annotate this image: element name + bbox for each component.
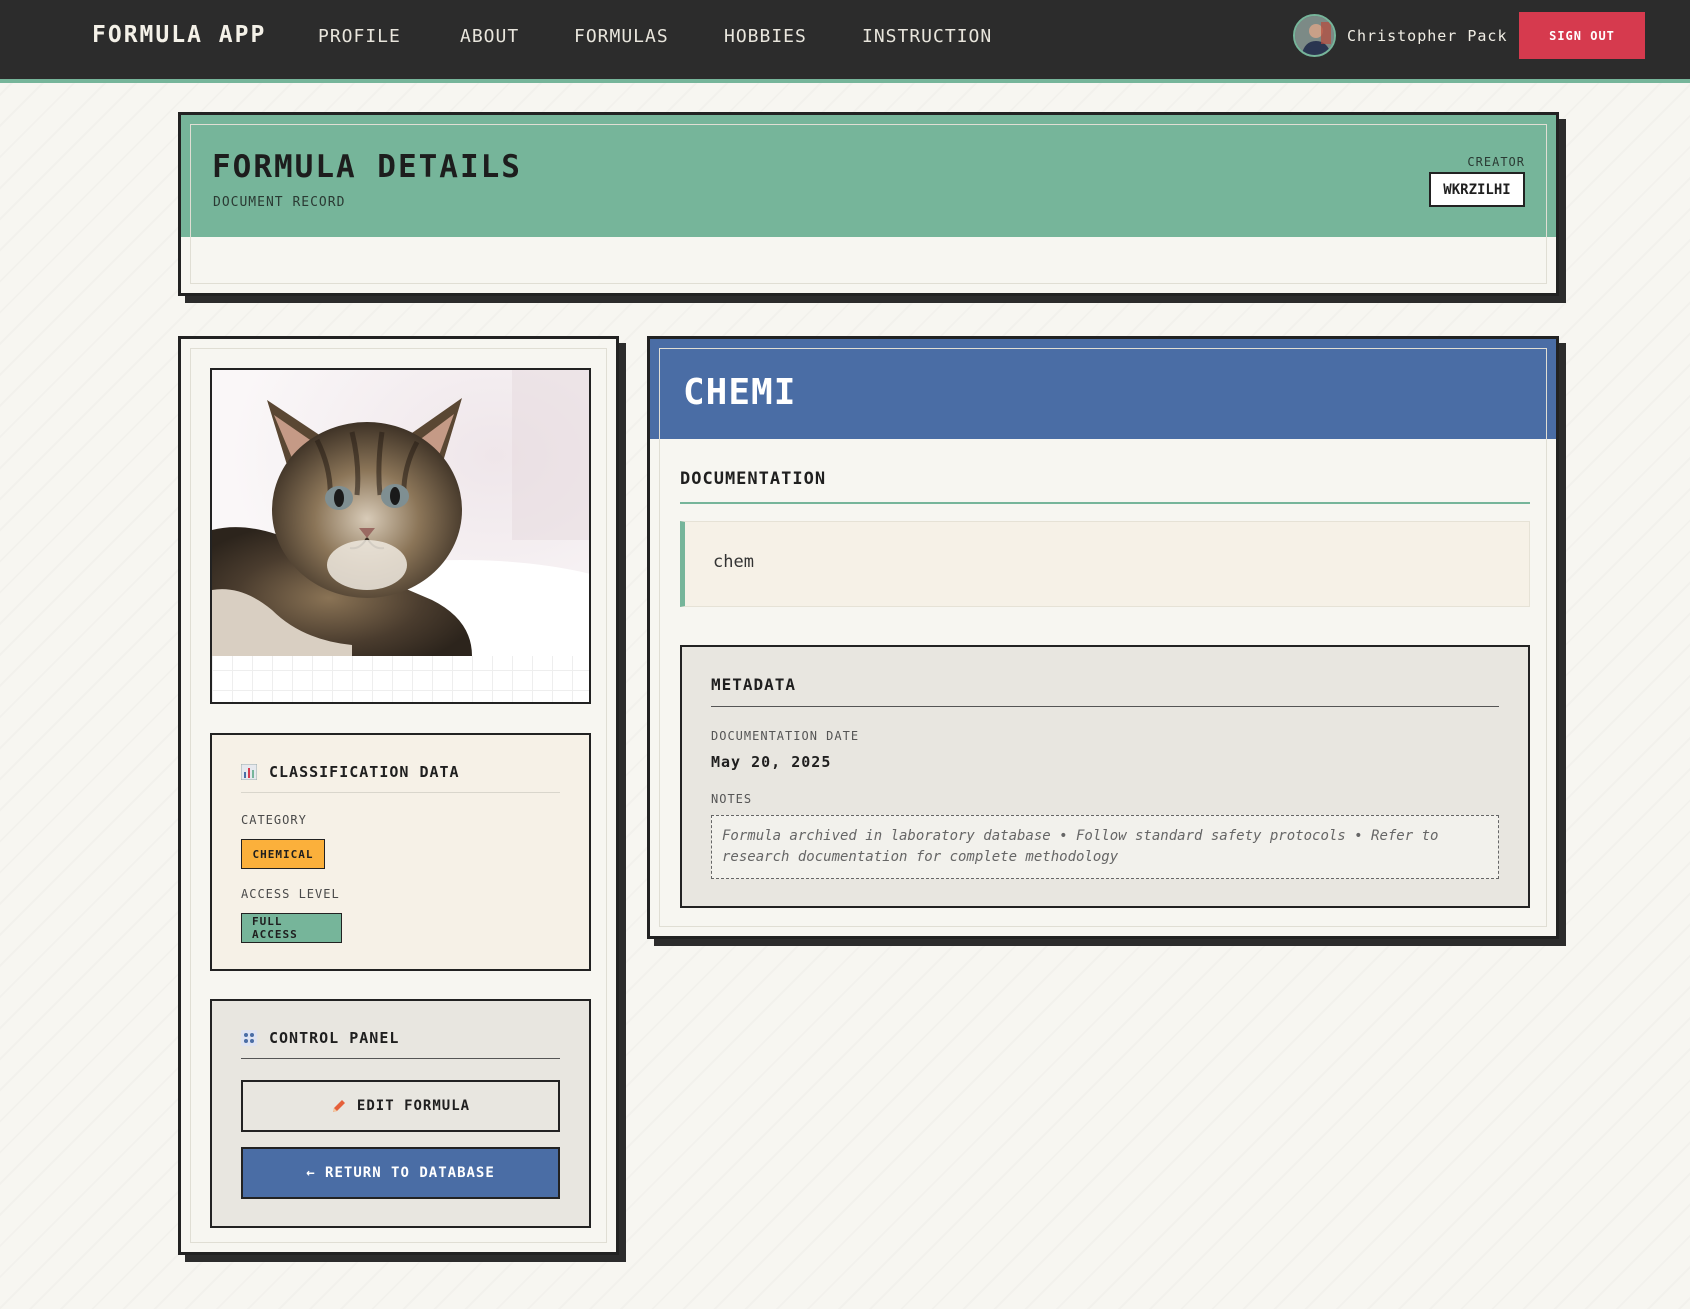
page-title: FORMULA DETAILS: [212, 149, 522, 185]
classification-card: CLASSIFICATION DATA CATEGORY CHEMICAL AC…: [210, 733, 591, 971]
access-level-label: ACCESS LEVEL: [241, 887, 340, 901]
control-grid-icon: [241, 1030, 257, 1046]
nav-link-formulas[interactable]: FORMULAS: [574, 26, 669, 47]
classification-header: CLASSIFICATION DATA: [241, 763, 560, 793]
metadata-title: METADATA: [711, 675, 1499, 707]
documentation-heading: DOCUMENTATION: [680, 469, 1530, 504]
formula-details-header: FORMULA DETAILS DOCUMENT RECORD CREATOR …: [178, 112, 1559, 296]
access-level-badge: FULL ACCESS: [241, 913, 342, 943]
nav-link-about[interactable]: ABOUT: [460, 26, 519, 47]
nav-link-hobbies[interactable]: HOBBIES: [724, 26, 807, 47]
formula-image-frame: [210, 368, 591, 704]
notes-label: NOTES: [711, 792, 753, 806]
page-subtitle: DOCUMENT RECORD: [213, 195, 346, 210]
return-to-database-button[interactable]: ← RETURN TO DATABASE: [241, 1147, 560, 1199]
control-panel-card: CONTROL PANEL EDIT FORMULA ← RETURN TO D…: [210, 999, 591, 1228]
category-label: CATEGORY: [241, 813, 307, 827]
edit-formula-label: EDIT FORMULA: [356, 1098, 471, 1114]
user-avatar[interactable]: [1293, 14, 1336, 57]
pencil-icon: [332, 1100, 345, 1112]
user-name[interactable]: Christopher Pack: [1347, 27, 1508, 45]
creator-label: CREATOR: [1467, 155, 1525, 169]
documentation-date-value: May 20, 2025: [711, 753, 832, 771]
notes-content: Formula archived in laboratory database …: [711, 815, 1499, 879]
kitten-image: [212, 370, 589, 656]
formula-name: CHEMI: [683, 372, 797, 413]
edit-formula-button[interactable]: EDIT FORMULA: [241, 1080, 560, 1132]
app-brand[interactable]: FORMULA APP: [92, 22, 266, 48]
documentation-content: chem: [680, 521, 1530, 607]
header-inner-frame: [190, 124, 1547, 284]
classification-title: CLASSIFICATION DATA: [269, 763, 460, 781]
left-sidebar-panel: CLASSIFICATION DATA CATEGORY CHEMICAL AC…: [178, 336, 619, 1255]
control-panel-header: CONTROL PANEL: [241, 1029, 560, 1059]
control-panel-title: CONTROL PANEL: [269, 1029, 400, 1047]
top-navbar: FORMULA APP PROFILE ABOUT FORMULAS HOBBI…: [0, 0, 1690, 83]
nav-link-instruction[interactable]: INSTRUCTION: [862, 26, 992, 47]
sign-out-button[interactable]: SIGN OUT: [1519, 12, 1645, 59]
creator-badge: WKRZILHI: [1429, 172, 1525, 207]
category-badge: CHEMICAL: [241, 839, 325, 869]
return-to-database-label: ← RETURN TO DATABASE: [306, 1165, 495, 1181]
documentation-date-label: DOCUMENTATION DATE: [711, 729, 860, 743]
nav-link-profile[interactable]: PROFILE: [318, 26, 401, 47]
metadata-card: METADATA DOCUMENTATION DATE May 20, 2025…: [680, 645, 1530, 908]
bar-chart-icon: [241, 764, 257, 780]
formula-main-panel: CHEMI DOCUMENTATION chem METADATA DOCUME…: [647, 336, 1559, 939]
